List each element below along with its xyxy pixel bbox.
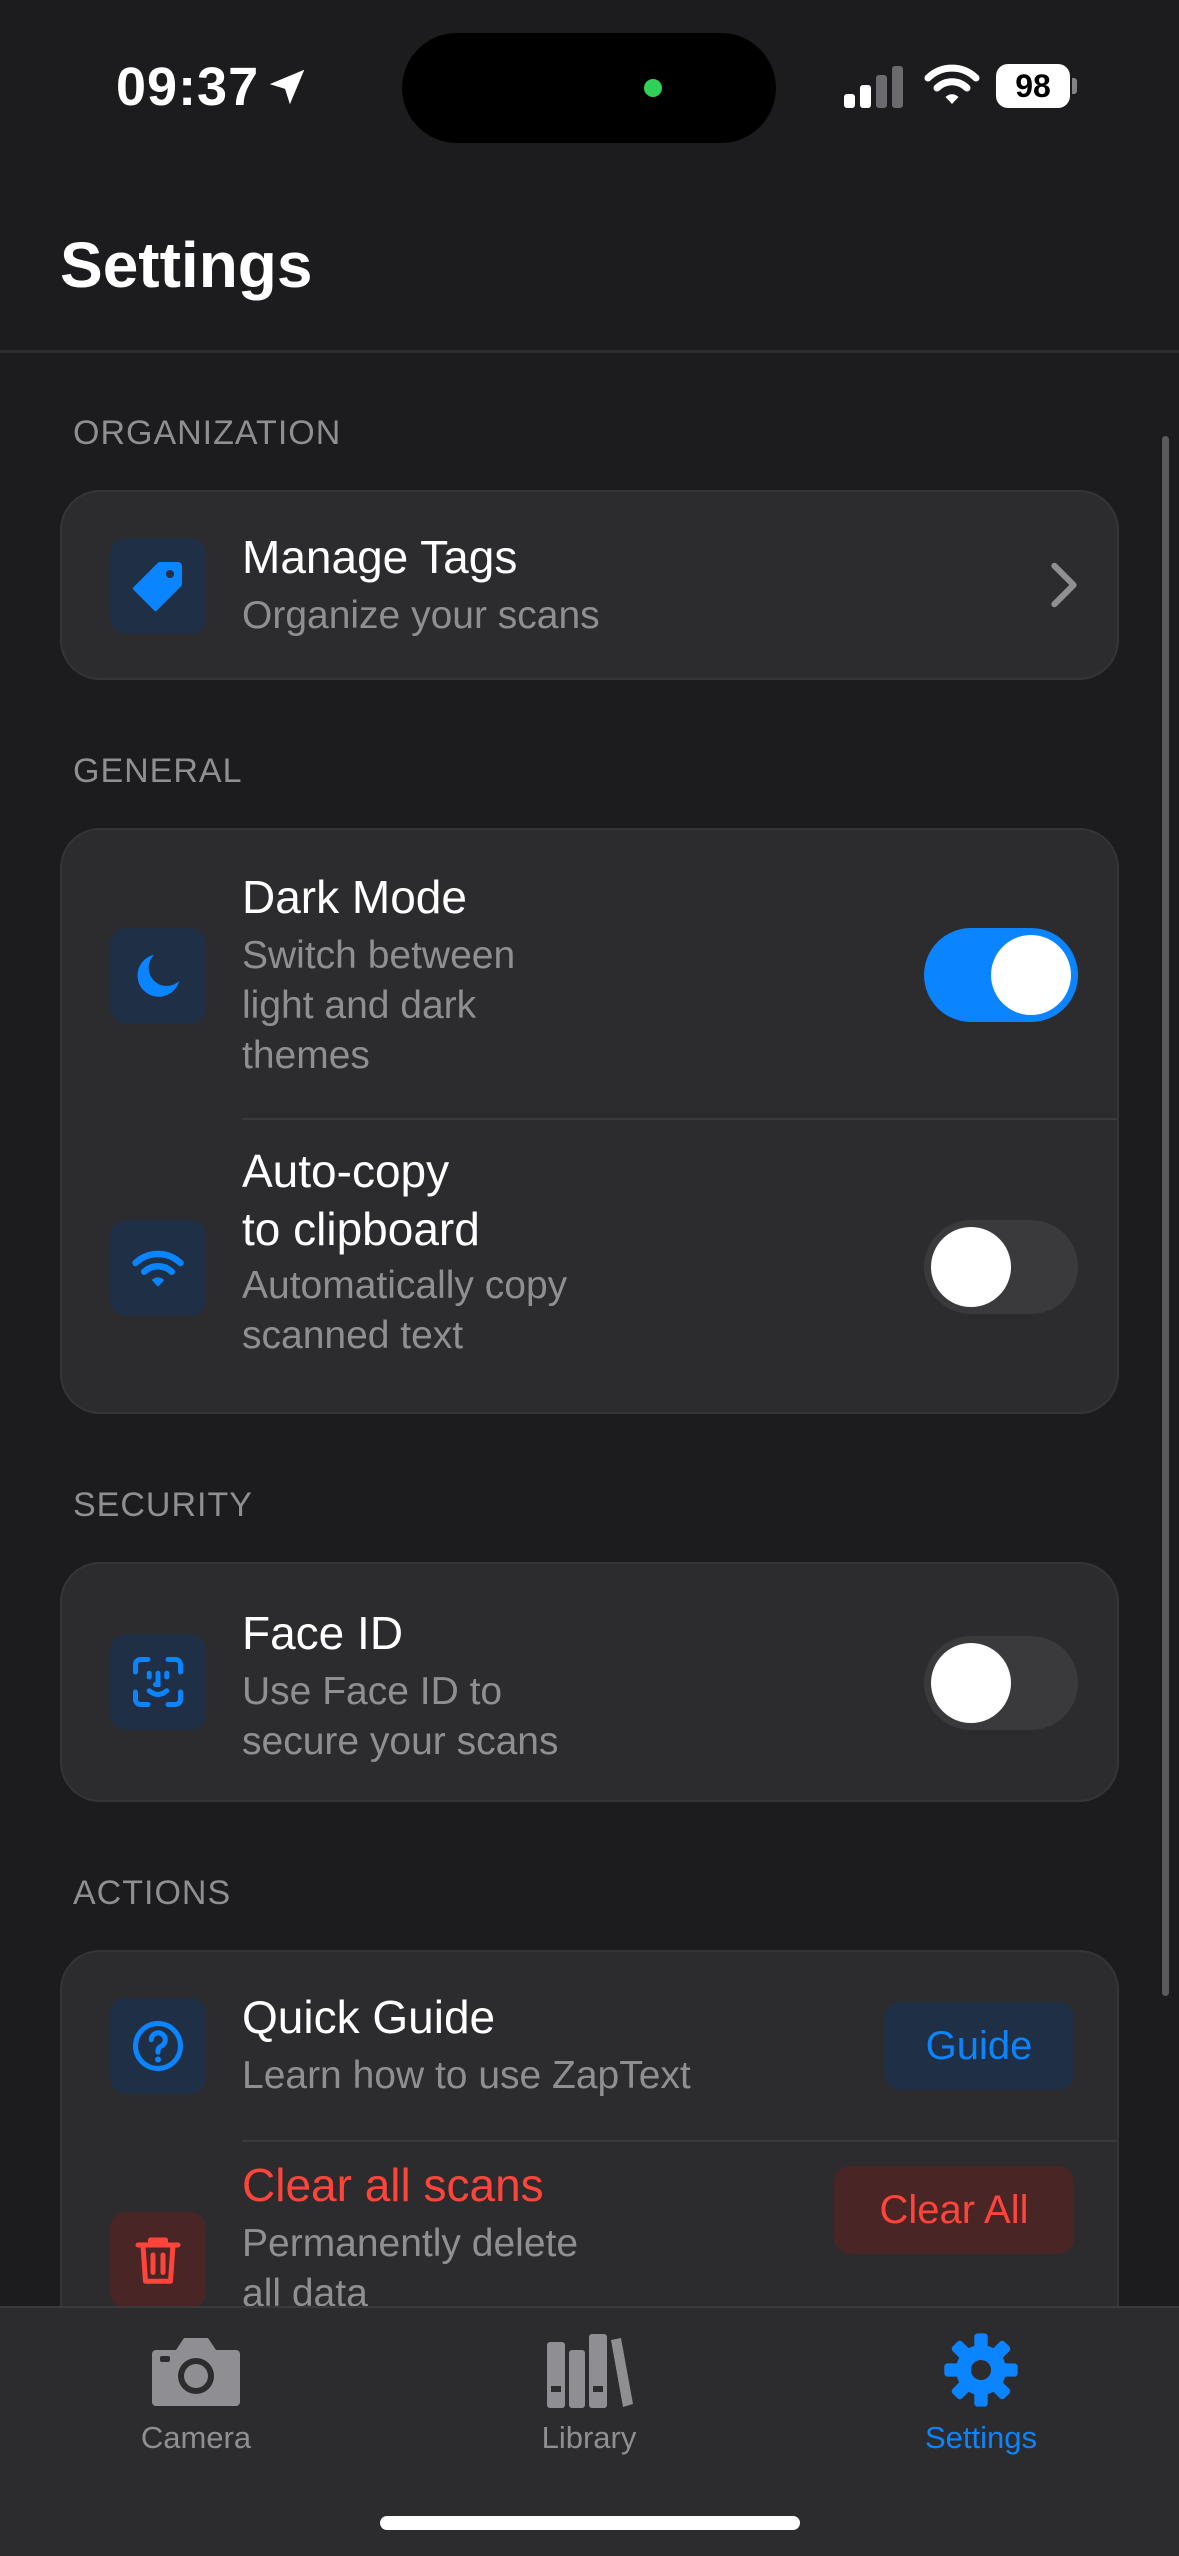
question-circle-icon <box>133 2021 183 2071</box>
face-id-icon <box>133 1657 183 1707</box>
face-id-subtitle-line-2: secure your scans <box>242 1720 559 1763</box>
wifi-icon-box <box>110 1220 206 1316</box>
face-id-icon-box <box>110 1634 206 1730</box>
tab-settings-label: Settings <box>924 2420 1037 2455</box>
section-label-organization: ORGANIZATION <box>73 414 342 452</box>
face-id-toggle[interactable] <box>924 1636 1078 1730</box>
camera-in-use-indicator <box>644 79 662 97</box>
battery-cap <box>1072 78 1077 94</box>
page-title: Settings <box>60 229 313 301</box>
section-label-general: GENERAL <box>73 752 243 790</box>
manage-tags-title: Manage Tags <box>242 531 518 583</box>
toggle-knob <box>931 1643 1011 1723</box>
quick-guide-row: Quick Guide Learn how to use ZapText Gui… <box>62 1952 1117 2140</box>
auto-copy-subtitle-line-1: Automatically copy <box>242 1264 568 1307</box>
dark-mode-subtitle-line-3: themes <box>242 1034 370 1077</box>
clear-scans-subtitle-line-1: Permanently delete <box>242 2222 579 2265</box>
toggle-knob <box>991 935 1071 1015</box>
scrollbar[interactable] <box>1162 436 1169 1996</box>
quick-guide-subtitle: Learn how to use ZapText <box>242 2054 691 2097</box>
dark-mode-row: Dark Mode Switch between light and dark … <box>62 830 1117 1118</box>
face-id-row: Face ID Use Face ID to secure your scans <box>62 1564 1117 1800</box>
books-icon <box>547 2334 633 2408</box>
tab-library-label: Library <box>541 2420 637 2455</box>
battery-indicator: 98 <box>996 64 1077 108</box>
tag-icon-box <box>110 538 206 634</box>
guide-button[interactable]: Guide <box>884 2002 1074 2090</box>
wifi-icon <box>132 1250 184 1287</box>
manage-tags-row[interactable]: Manage Tags Organize your scans <box>62 492 1117 678</box>
chevron-right-icon <box>1051 562 1077 608</box>
trash-icon <box>135 2237 181 2284</box>
clear-all-button[interactable]: Clear All <box>834 2166 1074 2254</box>
auto-copy-title-line-2: to clipboard <box>242 1203 480 1255</box>
face-id-title: Face ID <box>242 1607 404 1659</box>
location-arrow-icon <box>269 69 305 105</box>
home-indicator[interactable] <box>380 2516 800 2530</box>
auto-copy-row: Auto-copy to clipboard Automatically cop… <box>62 1120 1117 1412</box>
status-bar: 09:37 98 <box>0 0 1179 170</box>
auto-copy-title-line-1: Auto-copy <box>242 1145 450 1197</box>
header-divider <box>0 350 1179 353</box>
dark-mode-title: Dark Mode <box>242 871 467 923</box>
tag-icon <box>132 562 182 612</box>
manage-tags-subtitle: Organize your scans <box>242 594 600 637</box>
section-label-security: SECURITY <box>73 1486 253 1524</box>
moon-icon-box <box>110 928 206 1024</box>
quick-guide-title: Quick Guide <box>242 1991 496 2043</box>
camera-icon <box>152 2338 240 2406</box>
section-label-actions: ACTIONS <box>73 1874 232 1912</box>
tab-camera[interactable]: Camera <box>86 2330 306 2470</box>
auto-copy-toggle[interactable] <box>924 1220 1078 1314</box>
settings-screen: 09:37 98 Settings ORGANIZATION Manage Ta… <box>0 0 1179 2556</box>
cellular-signal-icon <box>844 66 903 108</box>
tab-library[interactable]: Library <box>479 2330 699 2470</box>
tab-camera-label: Camera <box>140 2420 252 2455</box>
moon-icon <box>137 954 180 997</box>
dark-mode-subtitle-line-1: Switch between <box>242 934 516 977</box>
clear-scans-title: Clear all scans <box>242 2159 544 2211</box>
tab-settings[interactable]: Settings <box>871 2330 1091 2470</box>
security-card: Face ID Use Face ID to secure your scans <box>60 1562 1119 1802</box>
help-icon-box <box>110 1998 206 2094</box>
organization-card: Manage Tags Organize your scans <box>60 490 1119 680</box>
wifi-status-icon <box>924 64 980 104</box>
face-id-subtitle-line-1: Use Face ID to <box>242 1670 503 1713</box>
auto-copy-subtitle-line-2: scanned text <box>242 1314 464 1357</box>
gear-icon <box>944 2333 1018 2407</box>
dark-mode-subtitle-line-2: light and dark <box>242 984 477 1027</box>
toggle-knob <box>931 1227 1011 1307</box>
dynamic-island <box>402 33 776 143</box>
trash-icon-box <box>110 2212 206 2308</box>
general-card: Dark Mode Switch between light and dark … <box>60 828 1119 1414</box>
status-time: 09:37 <box>116 57 260 117</box>
dark-mode-toggle[interactable] <box>924 928 1078 1022</box>
battery-level: 98 <box>996 64 1070 108</box>
